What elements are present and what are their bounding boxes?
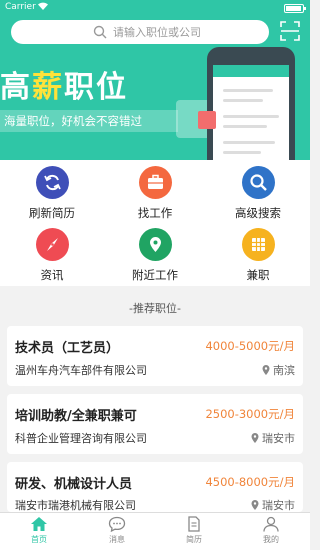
home-icon xyxy=(31,517,47,531)
tab-resume[interactable]: 简历 xyxy=(163,516,225,545)
carrier-label: Carrier xyxy=(5,2,36,12)
tab-label: 消息 xyxy=(109,535,125,544)
location-pin-icon xyxy=(251,500,259,510)
refresh-icon xyxy=(35,166,69,199)
battery-icon xyxy=(284,4,306,13)
banner-title-highlight: 薪 xyxy=(32,70,64,105)
search-input[interactable] xyxy=(113,23,253,41)
job-company: 温州车舟汽车部件有限公司 xyxy=(15,364,147,377)
job-salary: 2500-3000元/月 xyxy=(205,407,295,421)
profile-icon xyxy=(263,516,279,532)
job-title: 研发、机械设计人员 xyxy=(15,477,133,492)
search-icon xyxy=(93,25,107,39)
function-menu: 刷新简历 找工作 高级搜索 资讯 附近工作 兼职 xyxy=(0,160,310,286)
tab-home[interactable]: 首页 xyxy=(8,516,70,545)
job-title: 培训助教/全兼职兼可 xyxy=(15,409,137,424)
compass-icon xyxy=(35,228,69,261)
bottom-tab-bar: 首页 消息 简历 我的 xyxy=(0,512,310,550)
banner-title: 高薪职位 xyxy=(0,70,128,105)
menu-label: 资讯 xyxy=(40,268,64,282)
tab-label: 首页 xyxy=(31,535,47,544)
banner-subtitle: 海量职位，好机会不容错过 xyxy=(0,110,178,132)
menu-label: 高级搜索 xyxy=(235,206,281,220)
job-card[interactable]: 培训助教/全兼职兼可 2500-3000元/月 科普企业管理咨询有限公司 瑞安市 xyxy=(7,394,303,454)
scan-icon[interactable] xyxy=(280,21,300,41)
location-icon xyxy=(138,228,172,261)
recommend-section-title: -推荐职位- xyxy=(129,302,181,315)
location-pin-icon xyxy=(262,365,270,375)
menu-label: 刷新简历 xyxy=(29,206,75,220)
menu-item-part-time[interactable]: 兼职 xyxy=(218,228,298,286)
phone-illustration xyxy=(198,47,295,160)
job-location: 瑞安市 xyxy=(251,497,295,513)
menu-label: 附近工作 xyxy=(132,268,178,282)
briefcase-icon xyxy=(138,166,172,199)
message-icon xyxy=(108,516,126,532)
job-salary: 4000-5000元/月 xyxy=(205,339,295,353)
status-bar: Carrier xyxy=(0,0,310,16)
menu-item-news[interactable]: 资讯 xyxy=(12,228,92,286)
resume-icon xyxy=(188,516,200,532)
job-company: 瑞安市瑞港机械有限公司 xyxy=(15,499,136,512)
menu-item-find-job[interactable]: 找工作 xyxy=(115,166,195,224)
job-company: 科普企业管理咨询有限公司 xyxy=(15,432,147,445)
job-location: 南滨 xyxy=(262,362,295,378)
menu-label: 找工作 xyxy=(137,206,173,220)
header-banner: Carrier 高薪职位 海量职位，好机会不容错过 xyxy=(0,0,310,160)
menu-item-nearby-jobs[interactable]: 附近工作 xyxy=(115,228,195,286)
job-salary: 4500-8000元/月 xyxy=(205,475,295,489)
tab-label: 简历 xyxy=(186,535,202,544)
job-card[interactable]: 技术员（工艺员） 4000-5000元/月 温州车舟汽车部件有限公司 南滨 xyxy=(7,326,303,386)
menu-label: 兼职 xyxy=(246,268,270,282)
job-title: 技术员（工艺员） xyxy=(15,341,120,356)
tab-messages[interactable]: 消息 xyxy=(86,516,148,545)
menu-item-refresh-resume[interactable]: 刷新简历 xyxy=(12,166,92,224)
search-bar[interactable] xyxy=(11,20,269,44)
job-card[interactable]: 研发、机械设计人员 4500-8000元/月 瑞安市瑞港机械有限公司 瑞安市 xyxy=(7,462,303,512)
grid-icon xyxy=(241,228,275,261)
tab-profile[interactable]: 我的 xyxy=(240,516,302,545)
menu-item-advanced-search[interactable]: 高级搜索 xyxy=(218,166,298,224)
tab-label: 我的 xyxy=(263,535,279,544)
location-pin-icon xyxy=(251,433,259,443)
wifi-icon xyxy=(37,1,49,14)
search-icon xyxy=(241,166,275,199)
job-location: 瑞安市 xyxy=(251,430,295,446)
